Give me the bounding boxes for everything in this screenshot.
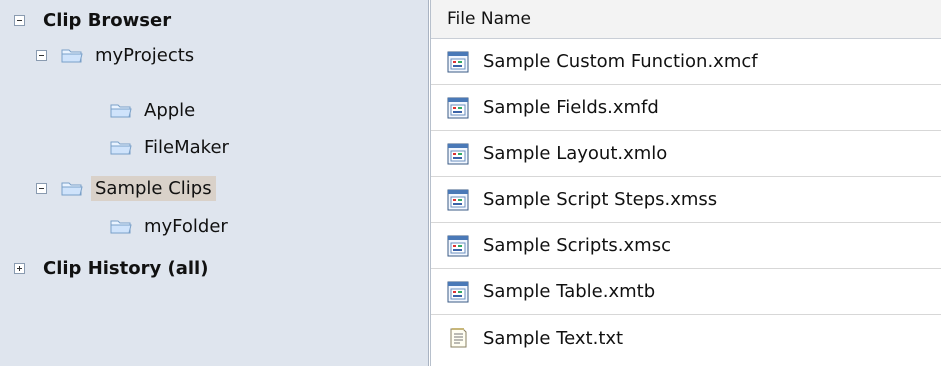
file-row[interactable]: Sample Text.txt: [431, 315, 941, 361]
file-name: Sample Script Steps.xmss: [483, 189, 718, 210]
tree-item-apple[interactable]: Apple: [110, 92, 199, 128]
tree-item-label: myFolder: [144, 215, 228, 237]
folder-icon: [110, 141, 132, 155]
file-name: Sample Text.txt: [483, 327, 624, 349]
tree-item-clip-browser[interactable]: Clip Browser: [14, 2, 175, 38]
clip-browser-tree: Clip Browser myProjects Apple FileMaker …: [0, 0, 429, 366]
file-row[interactable]: Sample Script Steps.xmss: [431, 177, 941, 223]
folder-icon: [110, 104, 132, 118]
text-file-icon: [450, 328, 467, 348]
tree-item-sample-clips[interactable]: Sample Clips: [36, 170, 216, 206]
folder-icon: [61, 49, 83, 63]
file-name-column-header[interactable]: File Name: [431, 0, 941, 39]
collapse-icon[interactable]: [36, 49, 47, 61]
tree-item-label: FileMaker: [144, 136, 229, 158]
file-row[interactable]: Sample Scripts.xmsc: [431, 223, 941, 269]
tree-item-filemaker[interactable]: FileMaker: [110, 129, 233, 165]
file-name: Sample Scripts.xmsc: [483, 235, 671, 256]
file-row[interactable]: Sample Table.xmtb: [431, 269, 941, 315]
collapse-icon[interactable]: [14, 14, 25, 26]
file-row[interactable]: Sample Layout.xmlo: [431, 131, 941, 177]
file-row[interactable]: Sample Custom Function.xmcf: [431, 39, 941, 85]
tree-item-label: Clip History (all): [43, 257, 209, 279]
clip-file-icon: [447, 281, 469, 302]
clip-file-icon: [447, 97, 469, 118]
file-name: Sample Custom Function.xmcf: [483, 51, 758, 72]
file-name: Sample Layout.xmlo: [483, 143, 668, 164]
tree-item-label: Apple: [144, 99, 196, 121]
clip-file-icon: [447, 235, 469, 256]
tree-item-myprojects[interactable]: myProjects: [36, 37, 198, 73]
file-list: File Name Sample Custom Function.xmcf Sa…: [430, 0, 941, 366]
tree-item-label: Clip Browser: [43, 9, 172, 31]
clip-file-icon: [447, 51, 469, 72]
tree-item-myfolder[interactable]: myFolder: [110, 208, 232, 244]
tree-item-label: Sample Clips: [91, 175, 216, 201]
file-name: Sample Fields.xmfd: [483, 97, 659, 118]
tree-item-label: myProjects: [95, 44, 195, 66]
file-row[interactable]: Sample Fields.xmfd: [431, 85, 941, 131]
clip-file-icon: [447, 189, 469, 210]
tree-item-clip-history[interactable]: Clip History (all): [14, 250, 212, 286]
clip-file-icon: [447, 143, 469, 164]
folder-icon: [110, 220, 132, 234]
expand-icon[interactable]: [14, 262, 25, 274]
collapse-icon[interactable]: [36, 182, 47, 194]
file-name: Sample Table.xmtb: [483, 281, 656, 302]
folder-icon: [61, 182, 83, 196]
